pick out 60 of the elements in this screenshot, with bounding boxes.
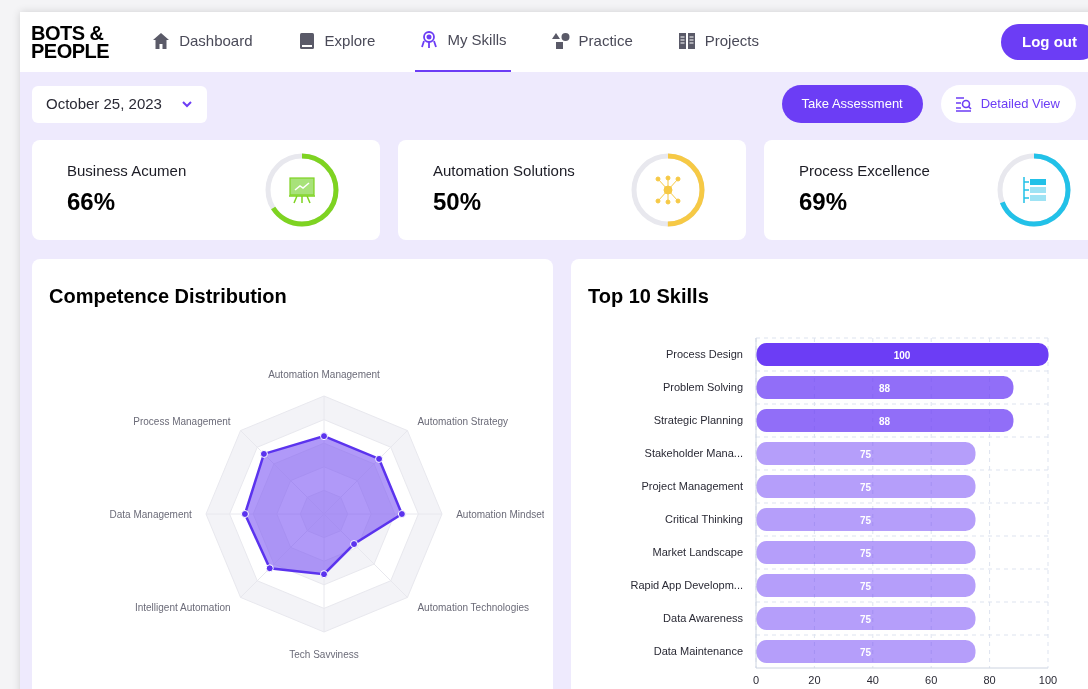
nav-tab[interactable]: Dashboard bbox=[147, 12, 257, 72]
axis-label: Automation Management bbox=[268, 368, 380, 380]
bar-label: Process Design bbox=[665, 348, 743, 360]
nav-tab[interactable]: Projects bbox=[672, 12, 763, 72]
tick-label: 60 bbox=[925, 674, 938, 686]
tick-label: 80 bbox=[983, 674, 996, 686]
axis-label: Automation Strategy bbox=[417, 415, 509, 427]
bar-label: Strategic Planning bbox=[653, 414, 743, 426]
bar-label: Problem Solving bbox=[662, 381, 743, 393]
take-assessment-button[interactable]: Take Assessment bbox=[781, 85, 923, 123]
axis-label: Intelligent Automation bbox=[134, 602, 231, 614]
bar-value: 100 bbox=[893, 350, 911, 361]
stat-value: 69% bbox=[799, 187, 849, 218]
presentation-icon bbox=[287, 175, 317, 205]
logo-text: BOTS & bbox=[31, 24, 105, 42]
tick-label: 20 bbox=[808, 674, 821, 686]
bar-label: Project Management bbox=[641, 480, 743, 492]
chevron-down-icon bbox=[181, 100, 193, 108]
stat-value: 66% bbox=[67, 187, 117, 218]
columns-icon bbox=[676, 31, 697, 51]
search-list-icon bbox=[954, 96, 973, 112]
nav-tab[interactable]: Practice bbox=[546, 12, 637, 72]
date-select[interactable]: October 25, 2023 bbox=[32, 85, 207, 123]
axis-label: Automation Mindset bbox=[456, 509, 544, 520]
tick-label: 0 bbox=[752, 674, 760, 686]
nav-tab[interactable]: My Skills bbox=[415, 12, 511, 72]
logout-button[interactable]: Log out bbox=[1001, 24, 1088, 60]
axis-label: Process Management bbox=[133, 415, 231, 427]
bar-value: 75 bbox=[859, 581, 872, 592]
bar-value: 75 bbox=[859, 548, 872, 559]
stat-title: Automation Solutions bbox=[433, 160, 575, 181]
bar-label: Data Awareness bbox=[663, 612, 743, 624]
tick-label: 100 bbox=[1038, 674, 1058, 686]
axis-label: Tech Savviness bbox=[289, 649, 359, 661]
stat-title: Business Acumen bbox=[67, 160, 187, 181]
bar-label: Stakeholder Mana... bbox=[644, 447, 743, 459]
detailed-view-button[interactable]: Detailed View bbox=[940, 85, 1076, 123]
tick-label: 40 bbox=[866, 674, 879, 686]
shapes-icon bbox=[550, 31, 571, 51]
network-icon bbox=[652, 174, 684, 206]
logo-text: PEOPLE bbox=[31, 42, 110, 60]
nav-tab[interactable]: Explore bbox=[292, 12, 380, 72]
axis-label: Automation Technologies bbox=[417, 602, 529, 614]
stat-title: Process Excellence bbox=[799, 160, 930, 181]
bar-value: 75 bbox=[859, 449, 872, 460]
bar-value: 75 bbox=[859, 482, 872, 493]
bar-value: 88 bbox=[878, 383, 891, 394]
bar-value: 75 bbox=[859, 515, 872, 526]
bar-value: 75 bbox=[859, 614, 872, 625]
panel-title: Top 10 Skills bbox=[588, 284, 710, 309]
stat-value: 50% bbox=[433, 187, 483, 218]
bar-label: Data Maintenance bbox=[653, 645, 743, 657]
bar-label: Market Landscape bbox=[652, 546, 743, 558]
bar-value: 75 bbox=[859, 647, 872, 658]
panel-title: Competence Distribution bbox=[49, 284, 288, 309]
bar-label: Rapid App Developm... bbox=[630, 579, 743, 591]
skills-icon bbox=[419, 30, 440, 50]
bar-value: 88 bbox=[878, 416, 891, 427]
bar-label: Critical Thinking bbox=[664, 513, 743, 525]
axis-label: Data Management bbox=[109, 509, 192, 520]
